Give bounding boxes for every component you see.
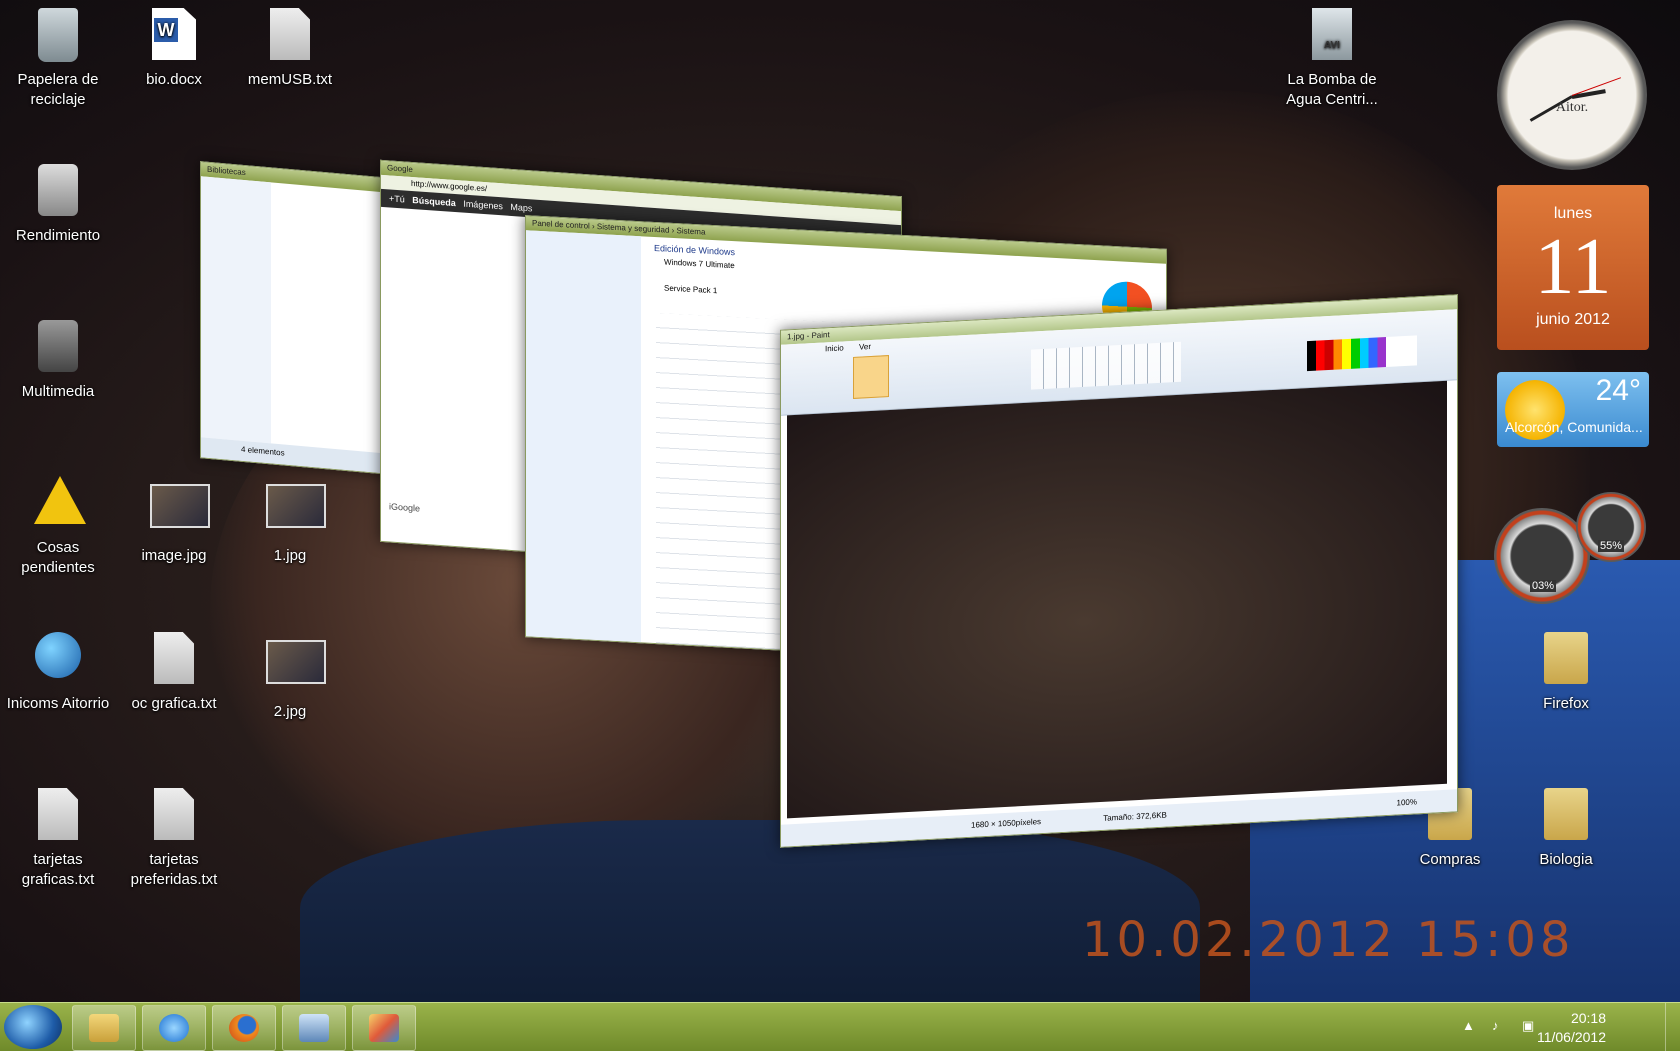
show-desktop-button[interactable] [1665, 1003, 1680, 1051]
calendar-day: 11 [1534, 223, 1612, 311]
text-file-icon [270, 8, 310, 60]
desktop-icon-oc-grafica[interactable]: oc grafica.txt [118, 632, 230, 714]
taskbar-time: 20:18 [1570, 1010, 1606, 1026]
network-computer-icon [35, 632, 81, 678]
word-document-icon: W [152, 8, 196, 60]
taskbar: ▲ ♪ ▣ 20:18 11/06/2012 [0, 1002, 1680, 1051]
nav-busqueda[interactable]: Búsqueda [412, 195, 456, 208]
taskbar-date: 11/06/2012 [1536, 1029, 1606, 1045]
taskbar-clock[interactable]: 20:18 11/06/2012 [1537, 1009, 1606, 1047]
start-button[interactable] [4, 1005, 62, 1049]
calendar-day-of-week: lunes [1553, 205, 1593, 222]
image-file-icon [150, 484, 210, 528]
desktop-icon-recycle-bin[interactable]: Papelera de reciclaje [2, 8, 114, 110]
calendar-month: junio 2012 [1536, 311, 1610, 328]
tab-inicio[interactable]: Inicio [825, 343, 844, 353]
folder-icon [1544, 788, 1588, 840]
cpu-meter-value: 03% [1530, 580, 1557, 592]
internet-explorer-icon [159, 1014, 189, 1042]
firefox-icon [229, 1014, 259, 1042]
color-palette[interactable] [1307, 335, 1417, 372]
desktop-icon-image-jpg[interactable]: image.jpg [118, 476, 230, 566]
desktop-icon-biologia[interactable]: Biologia [1510, 788, 1622, 870]
ram-meter-gadget[interactable]: 55% [1576, 492, 1646, 562]
explorer-icon [89, 1014, 119, 1042]
desktop-icon-inicoms[interactable]: Inicoms Aitorrio [2, 632, 114, 714]
paint-window[interactable]: 1.jpg - Paint Inicio Ver 1680 × 1050píxe… [780, 294, 1458, 848]
igoogle-link[interactable]: iGoogle [389, 501, 420, 513]
shapes-gallery[interactable] [1031, 341, 1181, 390]
taskbar-firefox[interactable] [212, 1005, 276, 1051]
cpanel-heading: Edición de Windows [654, 242, 736, 258]
folder-icon [1544, 632, 1588, 684]
ram-meter-value: 55% [1598, 540, 1625, 552]
nav-plus-tu[interactable]: +Tú [389, 193, 405, 204]
weather-temperature: 24° [1595, 374, 1641, 407]
desktop-icon-tarjetas-preferidas[interactable]: tarjetas preferidas.txt [118, 788, 230, 890]
weather-gadget[interactable]: 24° Alcorcón, Comunida... [1497, 372, 1649, 447]
desktop-icon-rendimiento[interactable]: Rendimiento [2, 164, 114, 246]
volume-icon[interactable]: ♪ [1492, 1019, 1506, 1033]
nav-imagenes[interactable]: Imágenes [463, 199, 503, 212]
explorer-window[interactable]: Bibliotecas 4 elementos [200, 161, 402, 476]
text-file-icon [38, 788, 78, 840]
taskbar-remote-desktop[interactable] [282, 1005, 346, 1051]
cpanel-edition: Windows 7 Ultimate [664, 257, 735, 271]
show-hidden-icons-icon[interactable]: ▲ [1462, 1019, 1476, 1033]
paint-status-file: Tamaño: 372,6KB [1103, 810, 1167, 823]
desktop-icon-bomba-agua[interactable]: AVI La Bomba de Agua Centri... [1276, 8, 1388, 110]
taskbar-internet-explorer[interactable] [142, 1005, 206, 1051]
clock-brand: Aitor. [1555, 100, 1589, 115]
desktop-icon-firefox-folder[interactable]: Firefox [1510, 632, 1622, 714]
speaker-icon [38, 320, 78, 372]
desktop-icon-multimedia[interactable]: Multimedia [2, 320, 114, 402]
desktop-icon-memusb[interactable]: memUSB.txt [234, 8, 346, 90]
taskbar-paint[interactable] [352, 1005, 416, 1051]
avi-video-icon: AVI [1312, 8, 1352, 60]
taskbar-explorer[interactable] [72, 1005, 136, 1051]
recycle-bin-icon [38, 8, 78, 62]
nav-maps[interactable]: Maps [510, 202, 532, 214]
weather-location: Alcorcón, Comunida... [1505, 419, 1643, 435]
select-tool-button[interactable] [853, 355, 889, 399]
wallpaper-timestamp: 10.02.2012 15:08 [1082, 912, 1575, 968]
desktop-icon-2-jpg[interactable]: 2.jpg [234, 632, 346, 722]
network-icon[interactable]: ▣ [1522, 1019, 1536, 1033]
text-file-icon [154, 788, 194, 840]
calendar-gadget[interactable]: lunes 11 junio 2012 [1497, 185, 1649, 350]
warning-icon [34, 476, 86, 524]
clock-gadget[interactable]: Aitor. [1497, 20, 1647, 170]
text-file-icon [154, 632, 194, 684]
desktop-icon-1-jpg[interactable]: 1.jpg [234, 476, 346, 566]
desktop-icon-bio-docx[interactable]: W bio.docx [118, 8, 230, 90]
performance-icon [38, 164, 78, 216]
desktop-icon-tarjetas-graficas[interactable]: tarjetas graficas.txt [2, 788, 114, 890]
image-file-icon [266, 640, 326, 684]
remote-desktop-icon [299, 1014, 329, 1042]
paint-icon [369, 1014, 399, 1042]
paint-canvas[interactable] [787, 380, 1447, 819]
tab-ver[interactable]: Ver [859, 342, 871, 352]
paint-zoom: 100% [1396, 797, 1417, 808]
paint-status-size: 1680 × 1050píxeles [971, 817, 1042, 830]
cpanel-service-pack: Service Pack 1 [664, 283, 718, 296]
image-file-icon [266, 484, 326, 528]
desktop-icon-cosas-pendientes[interactable]: Cosas pendientes [2, 476, 114, 578]
cpanel-sidebar [526, 230, 641, 643]
